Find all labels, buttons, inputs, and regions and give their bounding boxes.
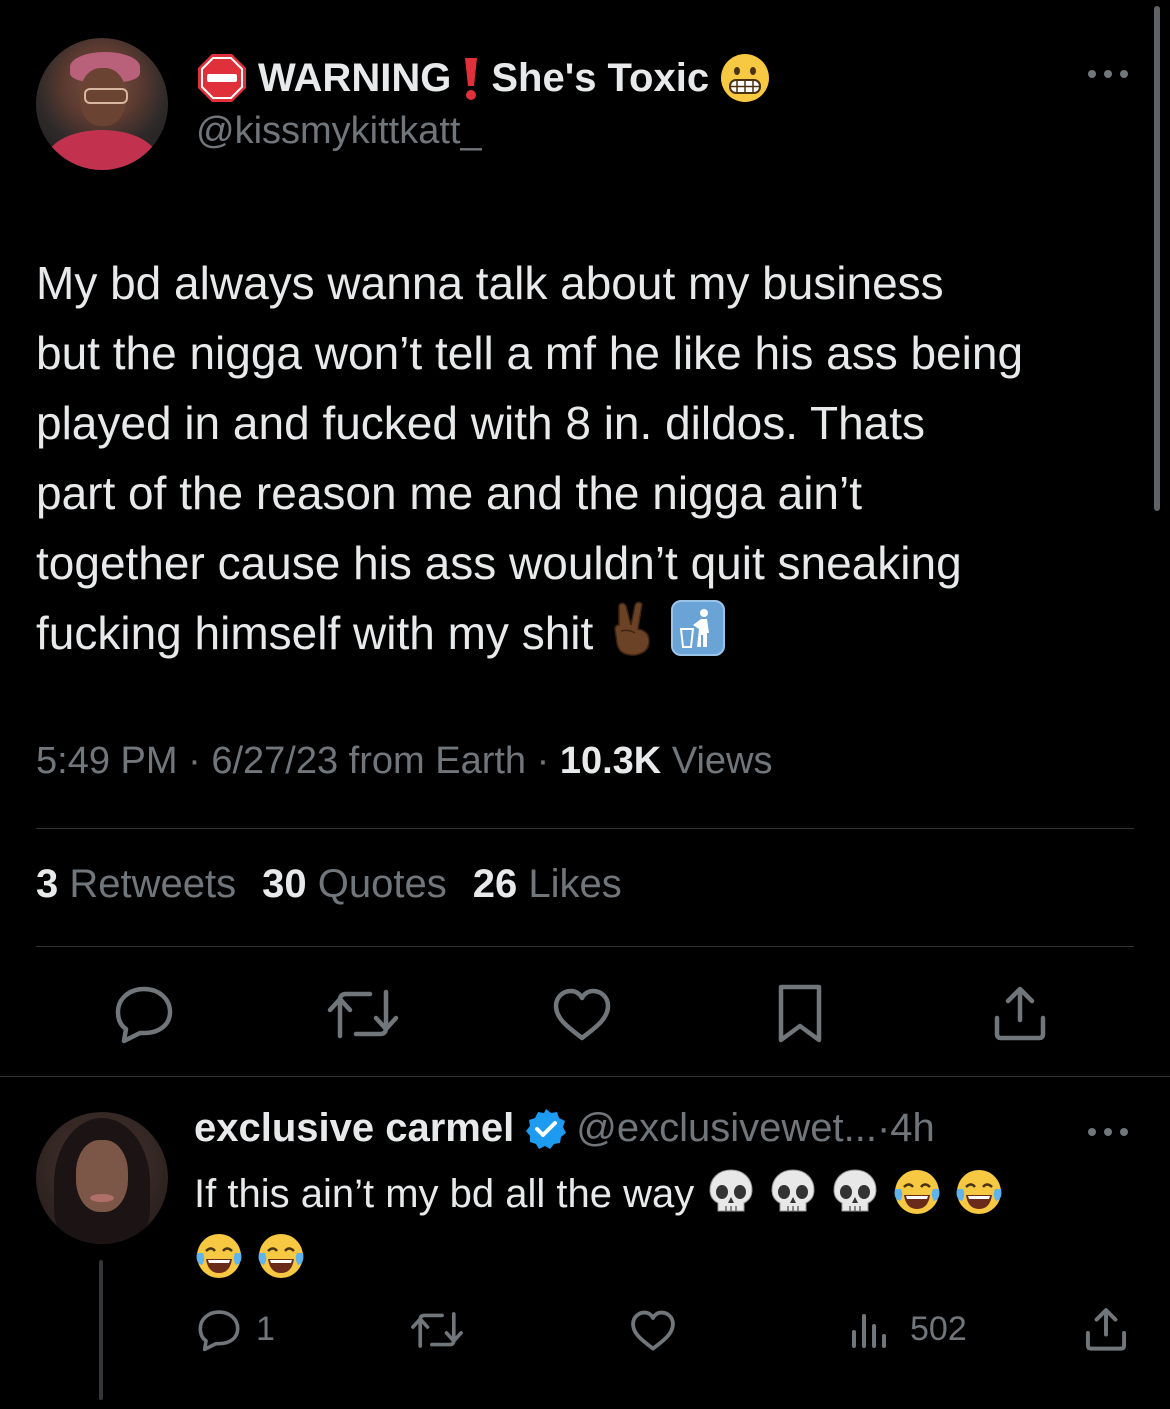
reply-author-avatar[interactable]	[36, 1112, 168, 1244]
divider	[36, 946, 1134, 947]
share-icon[interactable]	[1084, 1306, 1128, 1352]
divider	[0, 1076, 1170, 1077]
retweet-icon[interactable]	[410, 1310, 464, 1350]
victory-hand-icon	[614, 601, 651, 656]
like-icon[interactable]	[630, 1310, 676, 1352]
tweet-text-last-line: fucking himself with my shit	[36, 598, 1146, 668]
red-exclamation-icon	[465, 58, 478, 100]
skull-icon	[771, 1169, 815, 1212]
display-name-warning: WARNING	[258, 55, 452, 100]
display-name-suffix: She's Toxic	[491, 55, 710, 100]
retweets-stat[interactable]: 3 Retweets	[36, 862, 236, 907]
face-with-tears-of-joy-icon	[956, 1170, 1002, 1214]
stop-sign-icon	[198, 54, 246, 102]
bookmark-icon[interactable]	[776, 984, 824, 1044]
reply-text-line	[194, 1226, 1134, 1290]
tweet-text-line: but the nigga won’t tell a mf he like hi…	[36, 327, 1024, 379]
tweet-date[interactable]: 6/27/23	[211, 740, 338, 782]
tweet-text-line: part of the reason me and the nigga ain’…	[36, 467, 863, 519]
reply-handle[interactable]: @exclusivewet...	[576, 1106, 877, 1151]
face-with-tears-of-joy-icon	[894, 1170, 940, 1214]
tweet-detail-page: WARNING She's Toxic @kissmykittkatt_ My …	[0, 0, 1170, 1409]
reply-text-line: If this ain’t my bd all the way	[194, 1162, 1134, 1226]
reply-display-name[interactable]: exclusive carmel	[194, 1106, 514, 1151]
reply-time[interactable]: 4h	[890, 1106, 935, 1151]
put-litter-in-bin-icon	[671, 600, 726, 656]
scrollbar[interactable]	[1154, 6, 1160, 511]
views-label: Views	[671, 740, 773, 782]
more-options-icon[interactable]	[1086, 64, 1130, 84]
divider	[36, 828, 1134, 829]
tweet-meta: 5:49 PM · 6/27/23 from Earth · 10.3K Vie…	[36, 740, 773, 782]
like-icon[interactable]	[552, 988, 612, 1042]
reply-count: 1	[256, 1310, 275, 1348]
views-count: 10.3K	[559, 740, 662, 782]
author-handle[interactable]: @kissmykittkatt_	[196, 110, 482, 153]
grimacing-face-icon	[721, 54, 770, 102]
reply-header: exclusive carmel @exclusivewet... · 4h	[194, 1106, 935, 1151]
tweet-source: from Earth	[348, 740, 527, 782]
reply-icon[interactable]	[196, 1308, 242, 1352]
reply-more-options-icon[interactable]	[1086, 1122, 1130, 1142]
tweet-text-line: My bd always wanna talk about my busines…	[36, 257, 944, 309]
likes-stat[interactable]: 26 Likes	[473, 862, 622, 907]
tweet-text-line: together cause his ass wouldn’t quit sne…	[36, 537, 962, 589]
reply-icon[interactable]	[112, 984, 176, 1044]
skull-icon	[709, 1169, 753, 1212]
author-display-name[interactable]: WARNING She's Toxic	[196, 50, 771, 106]
views-analytics-icon[interactable]	[850, 1310, 892, 1350]
tweet-text: My bd always wanna talk about my busines…	[36, 248, 1146, 668]
quotes-stat[interactable]: 30 Quotes	[262, 862, 447, 907]
author-avatar[interactable]	[36, 38, 168, 170]
retweet-icon[interactable]	[326, 988, 400, 1040]
reply-text: If this ain’t my bd all the way	[194, 1162, 1134, 1290]
face-with-tears-of-joy-icon	[196, 1234, 242, 1278]
tweet-time[interactable]: 5:49 PM	[36, 740, 178, 782]
tweet-text-line: played in and fucked with 8 in. dildos. …	[36, 397, 926, 449]
verified-badge-icon	[526, 1108, 567, 1149]
reply-views-count: 502	[910, 1310, 967, 1348]
thread-connector-line	[99, 1260, 103, 1400]
engagement-stats: 3 Retweets 30 Quotes 26 Likes	[36, 862, 622, 907]
tweet-text-line: fucking himself with my shit	[36, 607, 594, 659]
share-icon[interactable]	[992, 984, 1048, 1042]
skull-icon	[833, 1169, 877, 1212]
face-with-tears-of-joy-icon	[258, 1234, 304, 1278]
